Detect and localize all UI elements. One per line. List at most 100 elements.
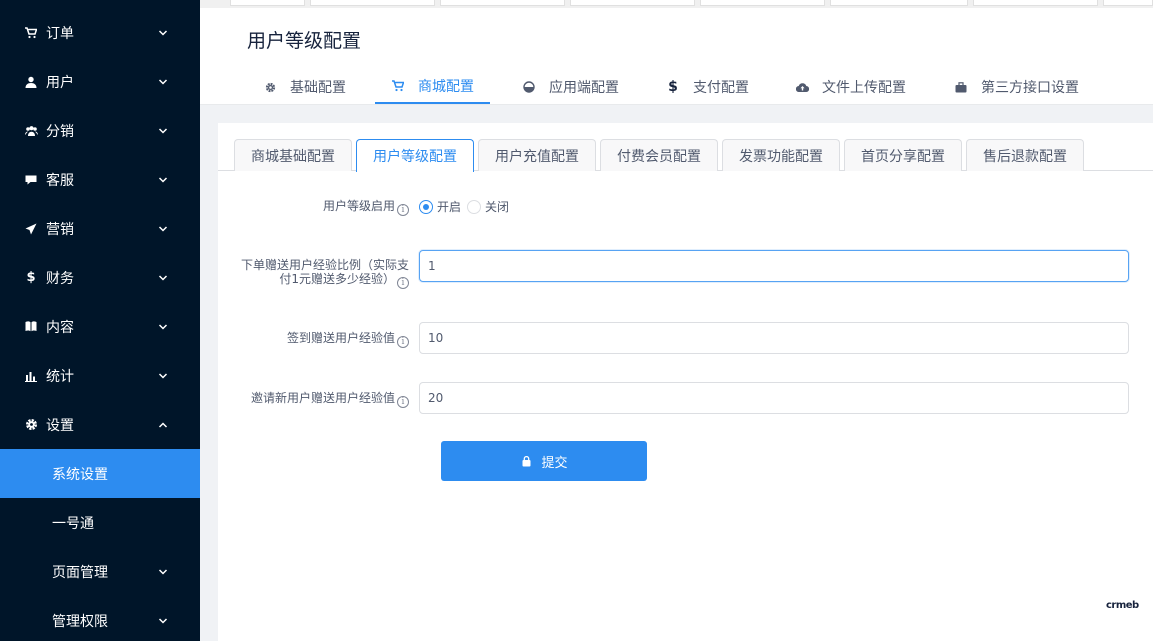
chevron-down-icon — [158, 274, 168, 281]
tab-label: 基础配置 — [290, 80, 346, 96]
sidebar-item-label: 设置 — [46, 417, 74, 434]
form-label-invite-exp: 邀请新用户赠送用户经验值 i — [251, 391, 409, 408]
sidebar-item-marketing[interactable]: 营销 — [0, 204, 200, 253]
user-icon — [24, 75, 38, 89]
tab-app-config[interactable]: 应用端配置 — [522, 70, 619, 104]
sidebar-item-orders[interactable]: 订单 — [0, 8, 200, 57]
tab-basic-config[interactable]: 基础配置 — [263, 70, 346, 104]
brand-logo: crmeb — [1106, 600, 1139, 611]
dollar-icon: $ — [26, 270, 36, 285]
send-icon — [24, 222, 38, 236]
page-header: 用户等级配置 基础配置 商城配置 应用端配置 $ 支付配置 文件上传配置 第三方… — [200, 8, 1153, 105]
open-tag[interactable] — [973, 0, 1098, 6]
dollar-icon: $ — [668, 79, 678, 95]
sign-exp-input[interactable] — [419, 322, 1129, 354]
radio-dot — [467, 199, 482, 214]
gear-icon — [24, 418, 38, 432]
cart-icon — [391, 79, 405, 93]
info-icon: i — [397, 204, 409, 216]
subtab-invoice[interactable]: 发票功能配置 — [722, 139, 840, 171]
chat-icon — [24, 173, 38, 187]
chevron-down-icon — [158, 127, 168, 134]
radio-dot — [419, 199, 433, 214]
chevron-up-icon — [158, 421, 168, 428]
tab-payment-config[interactable]: $ 支付配置 — [666, 70, 749, 104]
info-icon: i — [397, 277, 409, 289]
sidebar-subitem-system-settings[interactable]: 系统设置 — [0, 449, 200, 498]
tab-label: 应用端配置 — [549, 80, 619, 96]
chevron-down-icon — [158, 225, 168, 232]
open-tag[interactable] — [1103, 0, 1153, 6]
sidebar-item-statistics[interactable]: 统计 — [0, 351, 200, 400]
tab-third-party-config[interactable]: 第三方接口设置 — [954, 70, 1079, 104]
form-label-sign-exp: 签到赠送用户经验值 i — [287, 331, 409, 348]
radio-enable[interactable]: 开启 — [419, 198, 461, 215]
sidebar-subitem-permissions[interactable]: 管理权限 — [0, 596, 200, 641]
sidebar-item-label: 页面管理 — [52, 564, 108, 581]
subtab-user-recharge[interactable]: 用户充值配置 — [478, 139, 596, 171]
invite-exp-input[interactable] — [419, 382, 1129, 414]
sidebar-subitem-page-management[interactable]: 页面管理 — [0, 547, 200, 596]
chevron-down-icon — [158, 176, 168, 183]
sidebar-item-label: 营销 — [46, 221, 74, 238]
tab-mall-config[interactable]: 商城配置 — [375, 70, 490, 104]
config-card: 商城基础配置 用户等级配置 用户充值配置 付费会员配置 发票功能配置 首页分享配… — [218, 123, 1153, 641]
sidebar-item-label: 统计 — [46, 368, 74, 385]
open-tag[interactable] — [700, 0, 825, 6]
subtab-refund[interactable]: 售后退款配置 — [966, 139, 1084, 171]
open-tag[interactable] — [440, 0, 565, 6]
sidebar-item-service[interactable]: 客服 — [0, 155, 200, 204]
chevron-down-icon — [158, 78, 168, 85]
form-label-level-enable: 用户等级启用 i — [323, 199, 409, 216]
cart-icon — [24, 26, 38, 40]
book-icon — [24, 320, 38, 334]
cloud-upload-icon — [795, 80, 809, 94]
subtab-user-level[interactable]: 用户等级配置 — [356, 139, 474, 172]
open-tag[interactable] — [310, 0, 435, 6]
chevron-down-icon — [158, 617, 168, 624]
group-icon — [24, 124, 38, 138]
chevron-down-icon — [158, 372, 168, 379]
radio-disable[interactable]: 关闭 — [467, 198, 509, 215]
dashboard-icon — [522, 80, 536, 94]
open-tag[interactable] — [830, 0, 968, 6]
sidebar-item-distribution[interactable]: 分销 — [0, 106, 200, 155]
tab-label: 文件上传配置 — [822, 80, 906, 96]
subtab-mall-basic[interactable]: 商城基础配置 — [234, 139, 352, 171]
tab-label: 商城配置 — [418, 79, 474, 95]
sidebar-item-content[interactable]: 内容 — [0, 302, 200, 351]
chevron-down-icon — [158, 323, 168, 330]
submit-button[interactable]: 提交 — [441, 441, 647, 481]
sidebar-item-label: 内容 — [46, 319, 74, 336]
sidebar-item-label: 用户 — [46, 74, 74, 91]
level-enable-radio-group: 开启 关闭 — [419, 198, 515, 215]
sidebar-subitem-yihaotong[interactable]: 一号通 — [0, 498, 200, 547]
chevron-down-icon — [158, 29, 168, 36]
tab-label: 第三方接口设置 — [981, 80, 1079, 96]
sidebar-item-label: 订单 — [46, 25, 74, 42]
sidebar-item-label: 客服 — [46, 172, 74, 189]
sidebar-item-label: 财务 — [46, 270, 74, 287]
subtab-paid-member[interactable]: 付费会员配置 — [600, 139, 718, 171]
sidebar-item-label: 系统设置 — [52, 466, 108, 483]
info-icon: i — [397, 336, 409, 348]
submit-label: 提交 — [541, 455, 568, 471]
bar-chart-icon — [24, 369, 38, 383]
open-tag[interactable] — [230, 0, 305, 6]
gear-icon — [263, 80, 277, 94]
lock-icon — [520, 455, 532, 467]
sidebar-item-label: 管理权限 — [52, 613, 108, 630]
open-tag[interactable] — [570, 0, 695, 6]
sidebar-item-label: 分销 — [46, 123, 74, 140]
sidebar-item-finance[interactable]: $ 财务 — [0, 253, 200, 302]
sidebar: 订单 用户 分销 客服 营销 $ 财务 内容 统计 设置 系统设置 一号通 页面… — [0, 0, 200, 641]
subtab-home-share[interactable]: 首页分享配置 — [844, 139, 962, 171]
open-tags-strip — [200, 0, 1153, 8]
tab-upload-config[interactable]: 文件上传配置 — [795, 70, 906, 104]
briefcase-icon — [954, 80, 968, 94]
sidebar-item-users[interactable]: 用户 — [0, 57, 200, 106]
form-label-order-exp: 下单赠送用户经验比例（实际支 付1元赠送多少经验） i — [240, 258, 409, 289]
order-exp-input[interactable] — [419, 250, 1129, 282]
info-icon: i — [397, 396, 409, 408]
sidebar-item-settings[interactable]: 设置 — [0, 400, 200, 449]
